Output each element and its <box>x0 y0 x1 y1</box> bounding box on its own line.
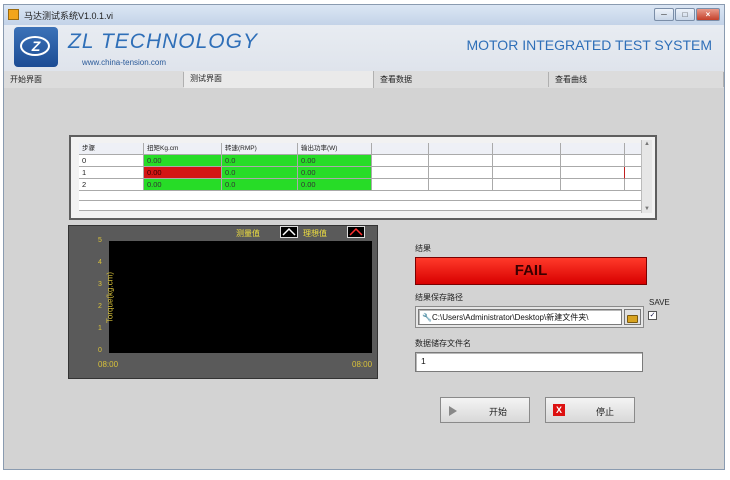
labview-app-icon <box>8 9 19 20</box>
title-bar: 马达测试系统V1.0.1.vi ─ □ × <box>4 5 724 26</box>
save-path-label: 结果保存路径 <box>415 293 463 302</box>
play-icon <box>449 406 457 416</box>
folder-icon <box>627 315 638 323</box>
table-cell-power[interactable]: 0.00 <box>298 179 372 191</box>
x-tick-label: 08:00 <box>98 360 119 369</box>
table-header-speed: 转速(RMP) <box>222 143 298 155</box>
browse-folder-button[interactable] <box>624 309 641 325</box>
table-cell-empty[interactable] <box>561 155 625 167</box>
brand-name: ZL TECHNOLOGY <box>68 30 258 53</box>
table-header-empty <box>429 143 493 155</box>
table-cell-empty[interactable] <box>372 167 429 179</box>
y-tick-label: 3 <box>98 281 102 288</box>
torque-chart-plot[interactable] <box>109 241 372 353</box>
table-cell-empty[interactable] <box>372 155 429 167</box>
table-cell-empty[interactable] <box>625 167 642 179</box>
y-tick-label: 1 <box>98 325 102 332</box>
table-cell-empty[interactable] <box>625 155 642 167</box>
save-checkbox-label: SAVE <box>649 298 670 307</box>
company-url: www.china-tension.com <box>82 58 167 67</box>
table-header-empty <box>372 143 429 155</box>
result-indicator: FAIL <box>415 257 647 285</box>
table-header-empty <box>625 143 642 155</box>
logo-letter: Z <box>31 38 41 54</box>
result-label: 结果 <box>415 244 431 253</box>
tab-view-data[interactable]: 查看数据 <box>374 72 549 87</box>
table-cell-speed[interactable]: 0.0 <box>222 179 298 191</box>
stop-button[interactable]: X 停止 <box>545 397 635 423</box>
save-path-value: C:\Users\Administrator\Desktop\新建文件夹\ <box>431 313 589 322</box>
scroll-up-icon[interactable]: ▲ <box>644 141 650 147</box>
table-cell-power[interactable]: 0.00 <box>298 155 372 167</box>
table-cell-empty[interactable] <box>625 179 642 191</box>
table-cell-empty[interactable] <box>429 167 493 179</box>
x-tick-label: 08:00 <box>352 360 373 369</box>
table-cell-torque[interactable]: 0.00 <box>144 167 222 179</box>
table-scrollbar[interactable]: ▲ ▼ <box>641 140 652 213</box>
table-cell-empty[interactable] <box>429 155 493 167</box>
table-cell-empty[interactable] <box>372 179 429 191</box>
file-name-field[interactable]: 1 <box>415 352 643 372</box>
table-header-step: 步骤 <box>79 143 144 155</box>
start-button-label: 开始 <box>489 407 508 417</box>
table-cell-step[interactable]: 0 <box>79 155 144 167</box>
legend-measured-icon[interactable] <box>280 226 298 238</box>
table-cell-torque[interactable]: 0.00 <box>144 179 222 191</box>
y-tick-label: 4 <box>98 259 102 266</box>
system-name: MOTOR INTEGRATED TEST SYSTEM <box>466 37 712 53</box>
legend-measured-label: 测量值 <box>236 229 260 238</box>
table-header-torque: 扭矩Kg.cm <box>144 143 222 155</box>
save-path-field[interactable]: 🔧C:\Users\Administrator\Desktop\新建文件夹\ <box>418 309 622 325</box>
scroll-down-icon[interactable]: ▼ <box>644 206 650 212</box>
stop-icon: X <box>553 404 565 416</box>
tab-test[interactable]: 测试界面 <box>184 71 374 88</box>
table-cell-empty[interactable] <box>561 167 625 179</box>
table-cell-power[interactable]: 0.00 <box>298 167 372 179</box>
table-cell-step[interactable]: 2 <box>79 179 144 191</box>
path-icon: 🔧 <box>422 313 432 322</box>
tab-bar: 开始界面 测试界面 查看数据 查看曲线 <box>4 71 724 89</box>
tab-start[interactable]: 开始界面 <box>4 72 184 87</box>
y-axis-label: Torque(kg.cm) <box>105 271 115 324</box>
close-button[interactable]: × <box>696 8 720 21</box>
table-header-empty <box>561 143 625 155</box>
file-name-label: 数据储存文件名 <box>415 339 471 348</box>
save-checkbox[interactable]: ✓ <box>648 311 657 320</box>
table-cell-empty[interactable] <box>493 155 561 167</box>
y-tick-label: 0 <box>98 347 102 354</box>
table-cell-empty[interactable] <box>429 179 493 191</box>
table-cell-speed[interactable]: 0.0 <box>222 167 298 179</box>
table-row-empty[interactable] <box>79 201 642 211</box>
tab-view-curve[interactable]: 查看曲线 <box>549 72 724 87</box>
results-table[interactable]: 步骤 扭矩Kg.cm 转速(RMP) 输出功率(W) 0 0.00 0.0 0.… <box>69 135 657 220</box>
header-banner: Z ZL TECHNOLOGY www.china-tension.com MO… <box>4 25 724 71</box>
table-cell-speed[interactable]: 0.0 <box>222 155 298 167</box>
company-logo: Z <box>14 27 58 67</box>
table-cell-step[interactable]: 1 <box>79 167 144 179</box>
table-header-empty <box>493 143 561 155</box>
legend-ideal-icon[interactable] <box>347 226 365 238</box>
stop-button-label: 停止 <box>596 407 615 417</box>
minimize-button[interactable]: ─ <box>654 8 674 21</box>
maximize-button[interactable]: □ <box>675 8 695 21</box>
table-header-power: 输出功率(W) <box>298 143 372 155</box>
table-row-empty[interactable] <box>79 191 642 201</box>
y-tick-label: 2 <box>98 303 102 310</box>
table-cell-empty[interactable] <box>493 167 561 179</box>
table-cell-empty[interactable] <box>493 179 561 191</box>
y-tick-label: 5 <box>98 237 102 244</box>
start-button[interactable]: 开始 <box>440 397 530 423</box>
table-cell-empty[interactable] <box>561 179 625 191</box>
legend-ideal-label: 理想值 <box>303 229 327 238</box>
table-cell-torque[interactable]: 0.00 <box>144 155 222 167</box>
window-title: 马达测试系统V1.0.1.vi <box>24 11 114 21</box>
